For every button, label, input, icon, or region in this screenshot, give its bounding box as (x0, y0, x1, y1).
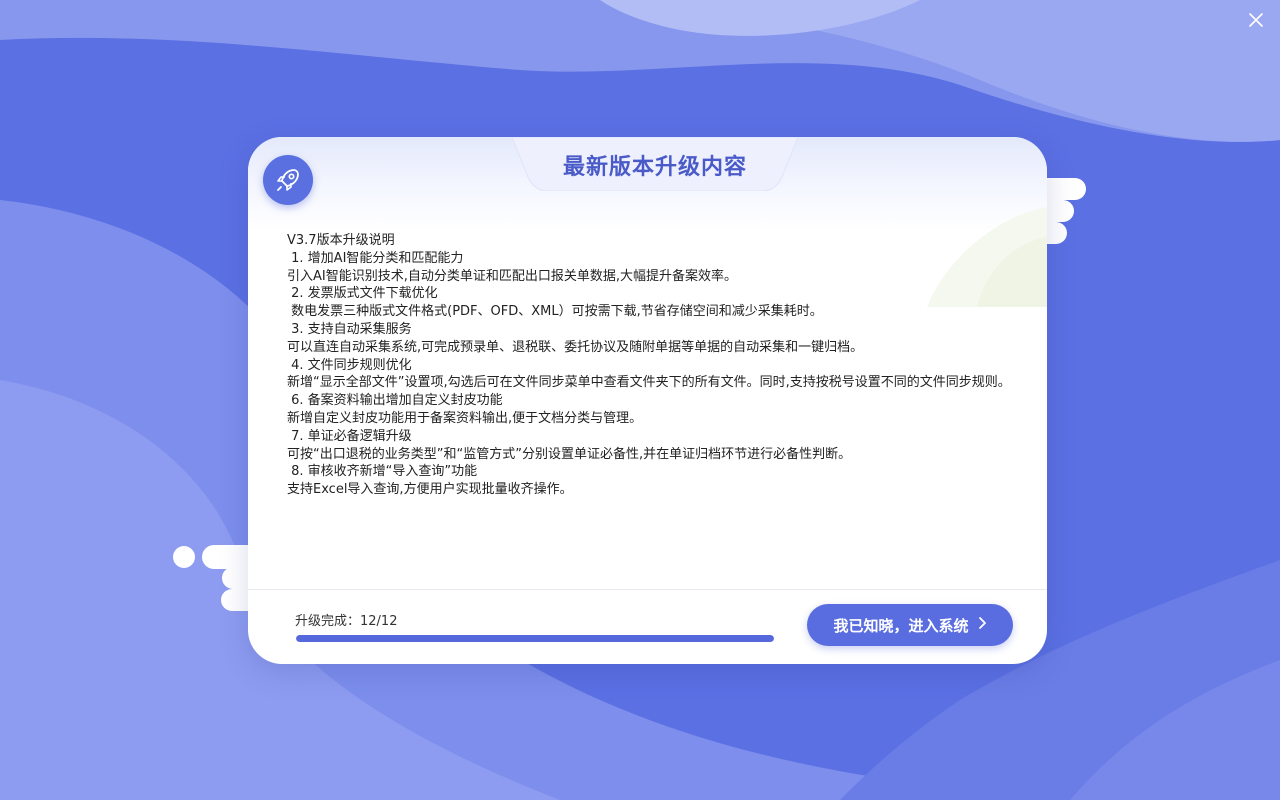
release-notes-heading: V3.7版本升级说明 (287, 233, 395, 248)
release-note-item-title: 8. 审核收齐新增“导入查询”功能 (287, 464, 478, 480)
release-note-item-title: 6. 备案资料输出增加自定义封皮功能 (287, 393, 503, 409)
release-note-item-detail: 可以直连自动采集系统,可完成预录单、退税联、委托协议及随附单据等单据的自动采集和… (287, 339, 864, 355)
close-icon (1249, 13, 1263, 27)
release-note-item-detail: 数电发票三种版式文件格式(PDF、OFD、XML）可按需下载,节省存储空间和减少… (287, 304, 823, 320)
enter-system-label: 我已知晓，进入系统 (833, 616, 969, 635)
release-note-item-title: 3. 支持自动采集服务 (287, 321, 412, 337)
release-note-item-title: 7. 单证必备逻辑升级 (287, 428, 412, 444)
dialog-title-tab: 最新版本升级内容 (512, 137, 798, 191)
release-note-item-detail: 可按“出口退税的业务类型”和“监管方式”分别设置单证必备性,并在单证归档环节进行… (287, 446, 852, 462)
release-note-item-title: 1. 增加AI智能分类和匹配能力 (287, 250, 464, 266)
dialog-title: 最新版本升级内容 (562, 155, 747, 180)
upgrade-screen: 最新版本升级内容 V3.7版本升级说明 1. 增加AI智能分类和匹配能力 引入A… (0, 0, 1280, 800)
upgrade-dialog: 最新版本升级内容 V3.7版本升级说明 1. 增加AI智能分类和匹配能力 引入A… (248, 137, 1047, 664)
cloud-decoration (173, 546, 195, 568)
release-note-item-detail: 支持Excel导入查询,方便用户实现批量收齐操作。 (287, 482, 573, 498)
rocket-icon (277, 169, 299, 191)
release-note-item-detail: 引入AI智能识别技术,自动分类单证和匹配出口报关单数据,大幅提升备案效率。 (287, 268, 737, 284)
chevron-right-icon (978, 616, 987, 634)
release-note-item-detail: 新增自定义封皮功能用于备案资料输出,便于文档分类与管理。 (287, 410, 643, 426)
release-note-item-detail: 新增“显示全部文件”设置项,勾选后可在文件同步菜单中查看文件夹下的所有文件。同时… (287, 375, 1011, 391)
close-button[interactable] (1246, 10, 1266, 30)
release-note-item-title: 2. 发票版式文件下载优化 (287, 286, 438, 302)
progress-bar (296, 635, 774, 642)
footer-divider (248, 589, 1047, 590)
progress-bar-fill (296, 635, 774, 642)
progress-label: 升级完成：12/12 (295, 614, 398, 629)
enter-system-button[interactable]: 我已知晓，进入系统 (807, 604, 1013, 646)
rocket-badge (263, 155, 313, 205)
release-note-item-title: 4. 文件同步规则优化 (287, 357, 412, 373)
release-notes: V3.7版本升级说明 1. 增加AI智能分类和匹配能力 引入AI智能识别技术,自… (287, 232, 1012, 499)
